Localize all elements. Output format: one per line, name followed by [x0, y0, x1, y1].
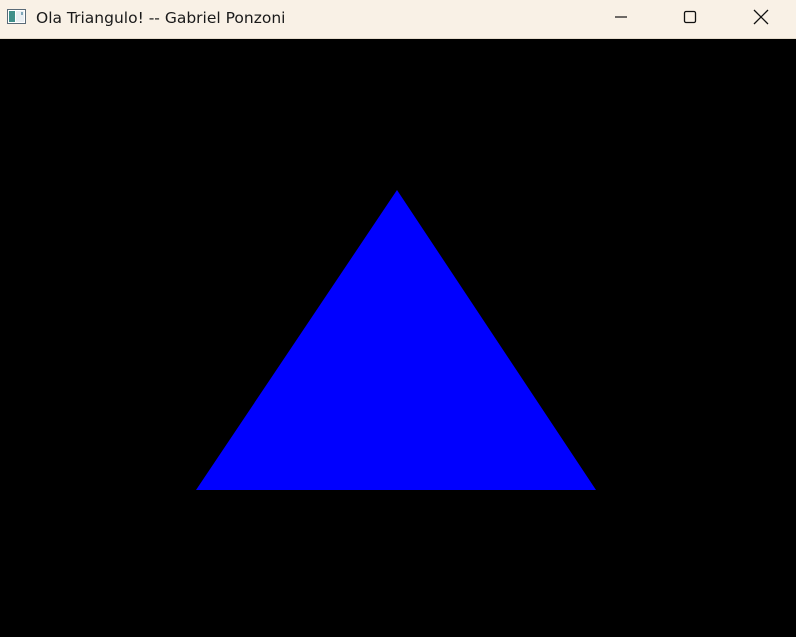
opengl-viewport — [196, 190, 596, 490]
render-canvas[interactable] — [0, 39, 796, 637]
window-title: Ola Triangulo! -- Gabriel Ponzoni — [36, 9, 286, 27]
maximize-button[interactable] — [657, 0, 723, 38]
blue-triangle — [196, 190, 596, 490]
minimize-button[interactable] — [588, 0, 654, 38]
maximize-icon — [683, 10, 697, 29]
minimize-icon — [614, 10, 628, 29]
app-window: Ola Triangulo! -- Gabriel Ponzoni — [0, 0, 796, 637]
app-window-icon[interactable] — [7, 9, 26, 24]
close-button[interactable] — [728, 0, 794, 38]
close-icon — [753, 9, 769, 30]
title-bar[interactable]: Ola Triangulo! -- Gabriel Ponzoni — [0, 0, 796, 39]
